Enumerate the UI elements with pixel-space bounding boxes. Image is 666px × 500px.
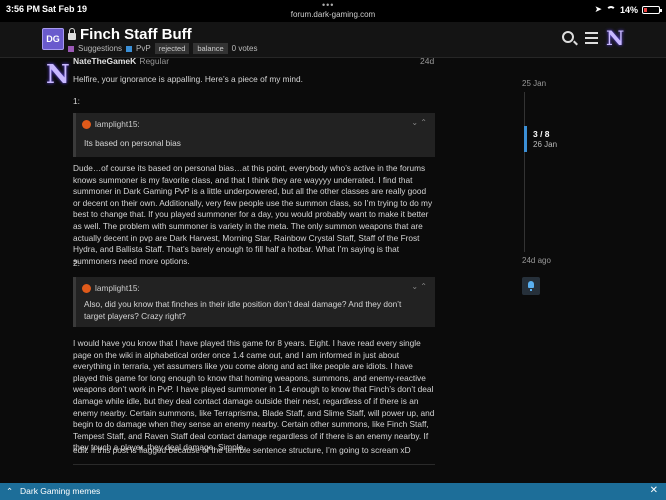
post-user-title: Regular [139,56,170,66]
close-icon[interactable]: ✕ [650,485,658,496]
quote-author-avatar [82,119,91,129]
timeline-end-date[interactable]: 24d ago [522,256,551,265]
quote-block-2: lamplight15: ⌄ ⌃ Also, did you know that… [73,277,435,327]
more-dots-icon[interactable]: ••• [322,0,334,10]
quote-expand-icon[interactable]: ⌄ ⌃ [411,282,427,291]
timeline-position: 3 / 8 [533,129,550,139]
quote-header: lamplight15: [82,283,140,293]
wifi-icon [605,6,616,13]
post-username[interactable]: NateTheGameK [73,56,136,66]
post-avatar[interactable]: N [46,60,70,90]
lock-icon [68,27,76,40]
hamburger-menu-icon[interactable] [585,32,598,44]
quote-expand-icon[interactable]: ⌄ ⌃ [411,118,427,127]
post-divider [73,464,435,465]
notification-bell-icon[interactable] [522,277,540,295]
post-author[interactable]: NateTheGameK Regular [73,56,169,66]
vote-count: 0 votes [231,44,258,53]
category-color-icon [68,45,74,52]
status-right: ➤ 14% [594,4,662,15]
address-url[interactable]: forum.dark-gaming.com [0,10,666,19]
related-topic-bar[interactable]: ⌃ Dark Gaming memes ✕ [0,483,666,500]
post-paragraph-2: I would have you know that I have played… [73,338,435,453]
battery-percent: 14% [619,4,638,15]
quote-text: Also, did you know that finches in their… [84,299,402,321]
post-label-1: 1: [73,96,80,106]
quote-text: Its based on personal bias [84,138,181,148]
status-bar: 3:56 PM Sat Feb 19 ••• forum.dark-gaming… [0,0,666,22]
topic-title-text: Finch Staff Buff [80,26,192,43]
tag-balance[interactable]: balance [193,43,228,54]
related-topic-label[interactable]: Dark Gaming memes [20,486,100,496]
quote-author[interactable]: lamplight15: [95,119,140,129]
post-intro: Helfire, your ignorance is appalling. He… [73,74,303,84]
location-icon: ➤ [594,4,602,14]
post-label-2: 2: [73,258,80,268]
quote-header: lamplight15: [82,119,140,129]
tag-rejected[interactable]: rejected [154,43,190,54]
site-header: DG Finch Staff Buff Suggestions PvP reje… [0,22,666,58]
search-icon[interactable] [562,31,574,43]
quote-block-1: lamplight15: ⌄ ⌃ Its based on personal b… [73,113,435,157]
subcategory-color-icon [126,45,133,52]
timeline-position-date: 26 Jan [533,140,558,149]
category-link[interactable]: Suggestions [78,44,122,53]
timeline-start-date[interactable]: 25 Jan [522,79,546,88]
breadcrumb: Suggestions PvP rejected balance 0 votes [68,43,257,54]
timeline-track[interactable] [524,92,525,252]
quote-author[interactable]: lamplight15: [95,283,140,293]
site-logo[interactable]: DG [42,28,64,50]
quote-author-avatar [82,283,91,293]
timeline-handle[interactable] [524,126,527,152]
battery-icon [642,5,662,14]
post-date[interactable]: 24d [420,56,434,66]
post-edit-note: edit: if this post is flagged because of… [73,445,411,455]
topic-title[interactable]: Finch Staff Buff [68,26,192,43]
user-avatar[interactable]: N [606,26,624,50]
subcategory-link[interactable]: PvP [136,44,151,53]
post-paragraph-1: Dude…of course its based on personal bia… [73,163,433,266]
chevron-up-icon[interactable]: ⌃ [6,486,13,497]
